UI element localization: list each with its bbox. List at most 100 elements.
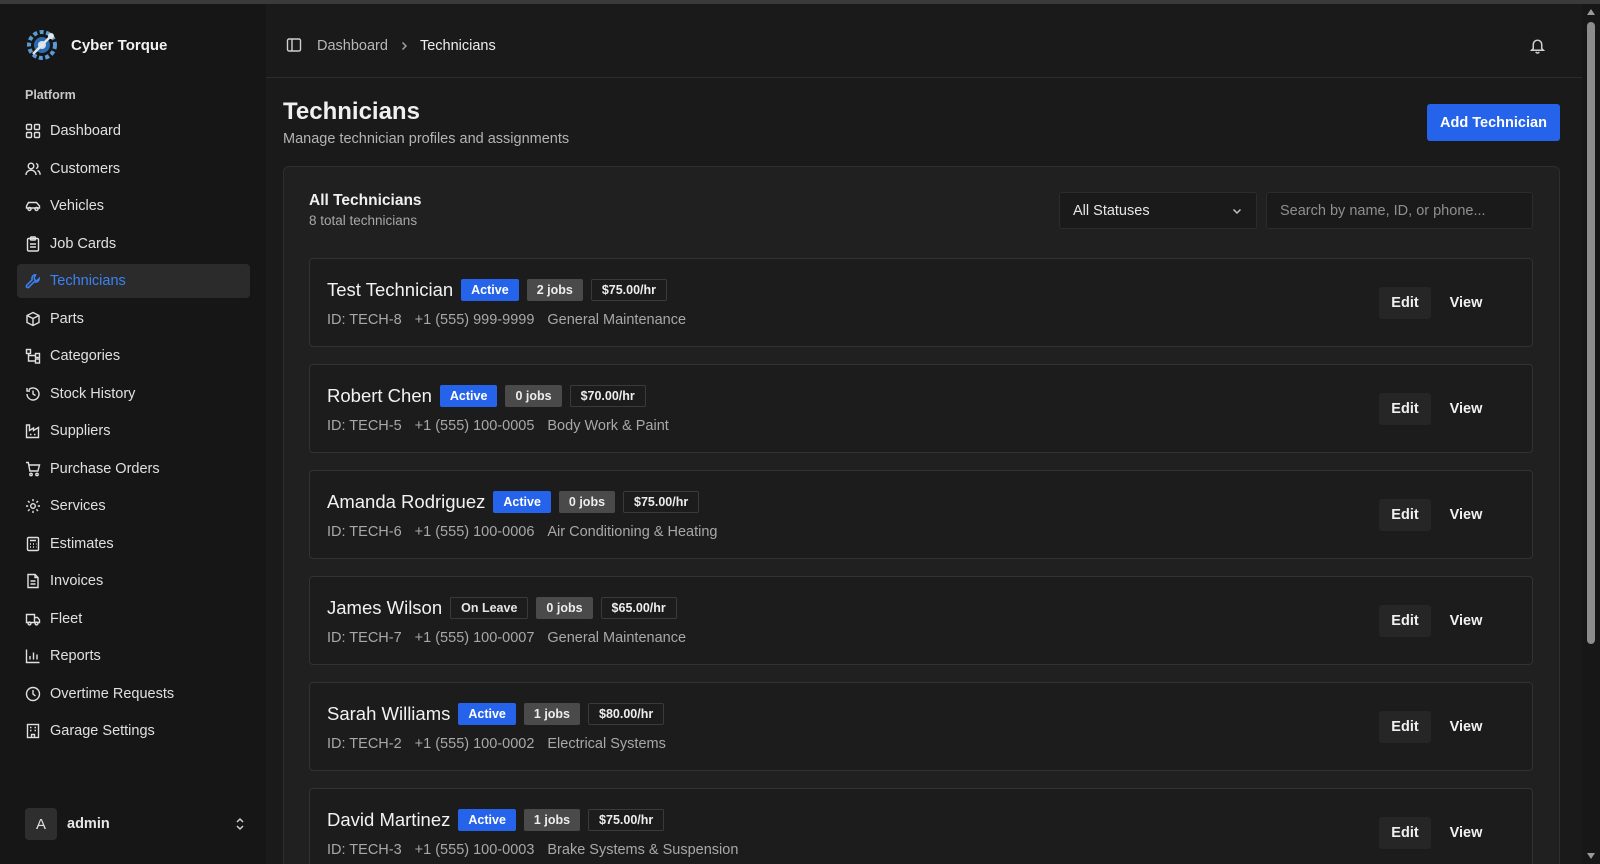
- view-button[interactable]: View: [1442, 605, 1490, 637]
- technician-phone: +1 (555) 100-0006: [414, 524, 535, 540]
- technician-row: Test Technician Active 2 jobs $75.00/hr …: [309, 258, 1533, 347]
- technician-specialty: General Maintenance: [547, 630, 687, 646]
- scroll-down-arrow-icon[interactable]: [1586, 852, 1596, 860]
- edit-button[interactable]: Edit: [1379, 393, 1431, 425]
- sidebar-item-label: Purchase Orders: [50, 460, 160, 477]
- technician-specialty: Air Conditioning & Heating: [547, 524, 718, 540]
- status-badge: On Leave: [450, 597, 529, 619]
- sidebar-item-job-cards[interactable]: Job Cards: [17, 227, 250, 261]
- view-button[interactable]: View: [1442, 287, 1490, 319]
- sidebar-item-parts[interactable]: Parts: [17, 302, 250, 336]
- sidebar-item-vehicles[interactable]: Vehicles: [17, 189, 250, 223]
- card-subtitle: 8 total technicians: [309, 213, 418, 228]
- sidebar-item-garage-settings[interactable]: Garage Settings: [17, 714, 250, 748]
- sidebar-item-stock-history[interactable]: Stock History: [17, 377, 250, 411]
- rate-badge: $75.00/hr: [623, 491, 700, 513]
- clock-icon: [25, 686, 41, 701]
- status-badge: Active: [458, 703, 516, 725]
- nav-section-label: Platform: [25, 88, 76, 102]
- sidebar-item-reports[interactable]: Reports: [17, 639, 250, 673]
- view-button[interactable]: View: [1442, 711, 1490, 743]
- building-icon: [26, 723, 40, 739]
- sidebar-item-label: Technicians: [50, 273, 126, 289]
- technicians-card: All Technicians 8 total technicians All …: [283, 166, 1560, 864]
- technician-row: Sarah Williams Active 1 jobs $80.00/hr I…: [309, 682, 1533, 771]
- technician-phone: +1 (555) 100-0005: [414, 418, 535, 434]
- technician-name: Robert Chen: [327, 385, 432, 406]
- status-badge: Active: [461, 279, 519, 301]
- add-technician-button[interactable]: Add Technician: [1427, 104, 1560, 141]
- technician-id: ID: TECH-3: [327, 842, 402, 858]
- search-input[interactable]: [1266, 192, 1533, 229]
- topbar: Dashboard Technicians: [266, 4, 1582, 78]
- sidebar-item-categories[interactable]: Categories: [17, 339, 250, 373]
- technician-specialty: Body Work & Paint: [547, 418, 669, 434]
- user-menu[interactable]: A admin: [25, 807, 247, 841]
- sidebar-item-label: Customers: [50, 160, 121, 177]
- sidebar-toggle-icon[interactable]: [286, 37, 302, 53]
- technician-specialty: General Maintenance: [547, 312, 687, 328]
- sidebar-item-label: Reports: [50, 648, 101, 664]
- sidebar-item-fleet[interactable]: Fleet: [17, 602, 250, 636]
- sidebar-item-estimates[interactable]: Estimates: [17, 527, 250, 561]
- sidebar-item-label: Dashboard: [50, 123, 121, 139]
- avatar: A: [25, 808, 57, 840]
- brand[interactable]: Cyber Torque: [25, 28, 167, 62]
- sidebar-item-invoices[interactable]: Invoices: [17, 564, 250, 598]
- technician-specialty: Brake Systems & Suspension: [547, 842, 739, 858]
- jobs-badge: 0 jobs: [558, 491, 616, 513]
- scroll-up-arrow-icon[interactable]: [1586, 8, 1596, 16]
- sidebar-item-label: Suppliers: [50, 423, 111, 439]
- sidebar: Cyber Torque Platform Dashboard Customer…: [0, 4, 266, 864]
- scrollbar-thumb[interactable]: [1587, 22, 1595, 644]
- rate-badge: $65.00/hr: [600, 597, 677, 619]
- status-filter-select[interactable]: All Statuses: [1059, 192, 1257, 229]
- bell-icon[interactable]: [1529, 37, 1546, 54]
- edit-button[interactable]: Edit: [1379, 711, 1431, 743]
- rate-badge: $75.00/hr: [590, 279, 668, 301]
- technician-row: Amanda Rodriguez Active 0 jobs $75.00/hr…: [309, 470, 1533, 559]
- technician-phone: +1 (555) 999-9999: [414, 312, 535, 328]
- edit-button[interactable]: Edit: [1379, 287, 1431, 319]
- hierarchy-icon: [25, 348, 41, 364]
- sidebar-item-suppliers[interactable]: Suppliers: [17, 414, 250, 448]
- sidebar-item-technicians[interactable]: Technicians: [17, 264, 250, 298]
- history-icon: [26, 386, 40, 401]
- brand-name: Cyber Torque: [71, 36, 168, 54]
- technician-id: ID: TECH-7: [327, 630, 402, 646]
- page-subtitle: Manage technician profiles and assignmen…: [283, 131, 570, 147]
- sidebar-item-label: Parts: [50, 310, 84, 327]
- status-filter-value: All Statuses: [1073, 202, 1150, 219]
- chevron-right-icon: [401, 41, 407, 51]
- view-button[interactable]: View: [1442, 817, 1490, 849]
- page-scrollbar[interactable]: [1582, 4, 1600, 864]
- car-icon: [25, 201, 41, 212]
- technician-id: ID: TECH-8: [327, 312, 402, 328]
- edit-button[interactable]: Edit: [1379, 817, 1431, 849]
- technician-row: David Martinez Active 1 jobs $75.00/hr I…: [309, 788, 1533, 864]
- sidebar-item-services[interactable]: Services: [17, 489, 250, 523]
- jobs-badge: 0 jobs: [536, 597, 593, 619]
- view-button[interactable]: View: [1442, 499, 1490, 531]
- jobs-badge: 0 jobs: [505, 385, 562, 407]
- view-button[interactable]: View: [1442, 393, 1490, 425]
- rate-badge: $75.00/hr: [588, 809, 665, 831]
- rate-badge: $80.00/hr: [588, 703, 665, 725]
- sidebar-item-overtime-requests[interactable]: Overtime Requests: [17, 677, 250, 711]
- technician-name: Sarah Williams: [327, 703, 451, 724]
- sidebar-item-label: Garage Settings: [50, 723, 155, 739]
- sidebar-nav: Dashboard Customers Vehicles Job Cards T…: [17, 114, 250, 752]
- technician-id: ID: TECH-2: [327, 736, 402, 752]
- technician-row: James Wilson On Leave 0 jobs $65.00/hr I…: [309, 576, 1533, 665]
- sidebar-item-purchase-orders[interactable]: Purchase Orders: [17, 452, 250, 486]
- sidebar-item-customers[interactable]: Customers: [17, 152, 250, 186]
- edit-button[interactable]: Edit: [1379, 499, 1431, 531]
- breadcrumb: Dashboard Technicians: [317, 38, 496, 54]
- breadcrumb-dashboard[interactable]: Dashboard: [317, 38, 388, 54]
- status-badge: Active: [493, 491, 551, 513]
- user-name: admin: [67, 816, 110, 832]
- edit-button[interactable]: Edit: [1379, 605, 1431, 637]
- technician-name: Amanda Rodriguez: [327, 491, 486, 512]
- page-title: Technicians: [283, 98, 420, 125]
- sidebar-item-dashboard[interactable]: Dashboard: [17, 114, 250, 148]
